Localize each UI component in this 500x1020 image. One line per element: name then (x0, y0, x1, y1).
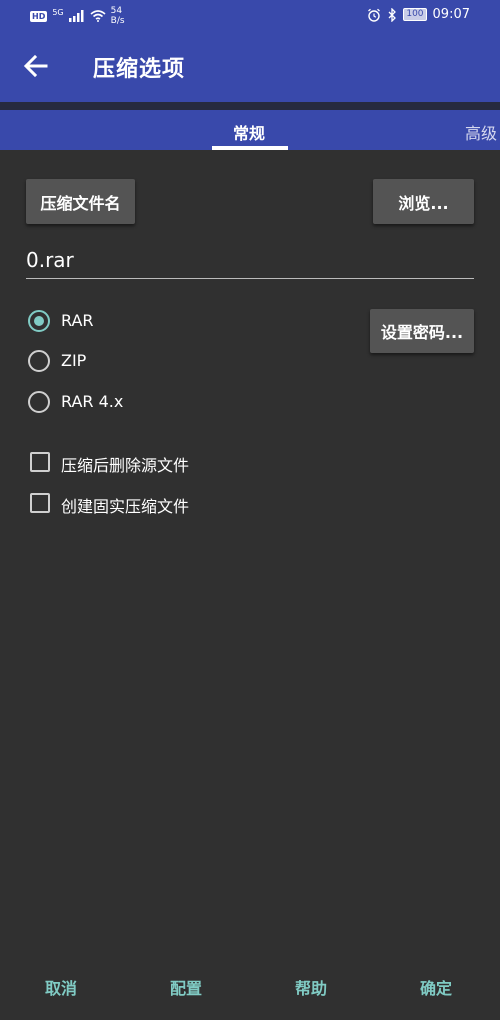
tab-bar: 常规 高级 (0, 110, 500, 150)
profiles-button[interactable]: 配置 (170, 975, 202, 999)
tab-advanced[interactable]: 高级 (465, 120, 497, 144)
radio-zip[interactable] (28, 350, 50, 372)
net-speed-value: 54 (110, 6, 123, 16)
signal-icon (68, 10, 84, 22)
browse-button[interactable]: 浏览... (373, 179, 474, 224)
ok-button[interactable]: 确定 (420, 975, 452, 999)
radio-rar[interactable] (28, 310, 50, 332)
app-bar: 压缩选项 (0, 32, 500, 102)
radio-rar4[interactable] (28, 391, 50, 413)
archive-name-button[interactable]: 压缩文件名 (26, 179, 135, 224)
net-speed: 54 B/s (111, 6, 125, 26)
tab-indicator (212, 146, 288, 150)
checkbox-delete-after-label[interactable]: 压缩后删除源文件 (61, 452, 189, 476)
net-speed-unit: B/s (110, 16, 125, 26)
help-button[interactable]: 帮助 (295, 975, 327, 999)
radio-rar4-label[interactable]: RAR 4.x (61, 392, 123, 411)
radio-rar-label[interactable]: RAR (61, 311, 94, 330)
wifi-icon (90, 10, 106, 22)
hd-badge: HD (30, 10, 48, 22)
set-password-button[interactable]: 设置密码... (370, 309, 474, 353)
back-arrow-icon[interactable] (22, 52, 50, 80)
bluetooth-icon (388, 7, 397, 22)
clock: 09:07 (432, 7, 470, 22)
status-bar: HD 5G 54 B/s 100 09:07 (0, 0, 500, 32)
battery-indicator: 100 (403, 8, 427, 21)
checkbox-solid-archive-label[interactable]: 创建固实压缩文件 (61, 493, 189, 517)
alarm-icon (368, 8, 381, 22)
radio-zip-label[interactable]: ZIP (61, 351, 86, 370)
cancel-button[interactable]: 取消 (45, 975, 77, 999)
tab-general[interactable]: 常规 (233, 120, 265, 144)
checkbox-delete-after[interactable] (30, 452, 50, 472)
archive-name-input[interactable]: 0.rar (26, 248, 474, 279)
status-right: 100 09:07 (367, 7, 470, 22)
page-title: 压缩选项 (93, 57, 186, 82)
divider (0, 102, 500, 110)
status-left: HD 5G 54 B/s (30, 6, 125, 26)
network-type: 5G (52, 7, 64, 17)
checkbox-solid-archive[interactable] (30, 493, 50, 513)
